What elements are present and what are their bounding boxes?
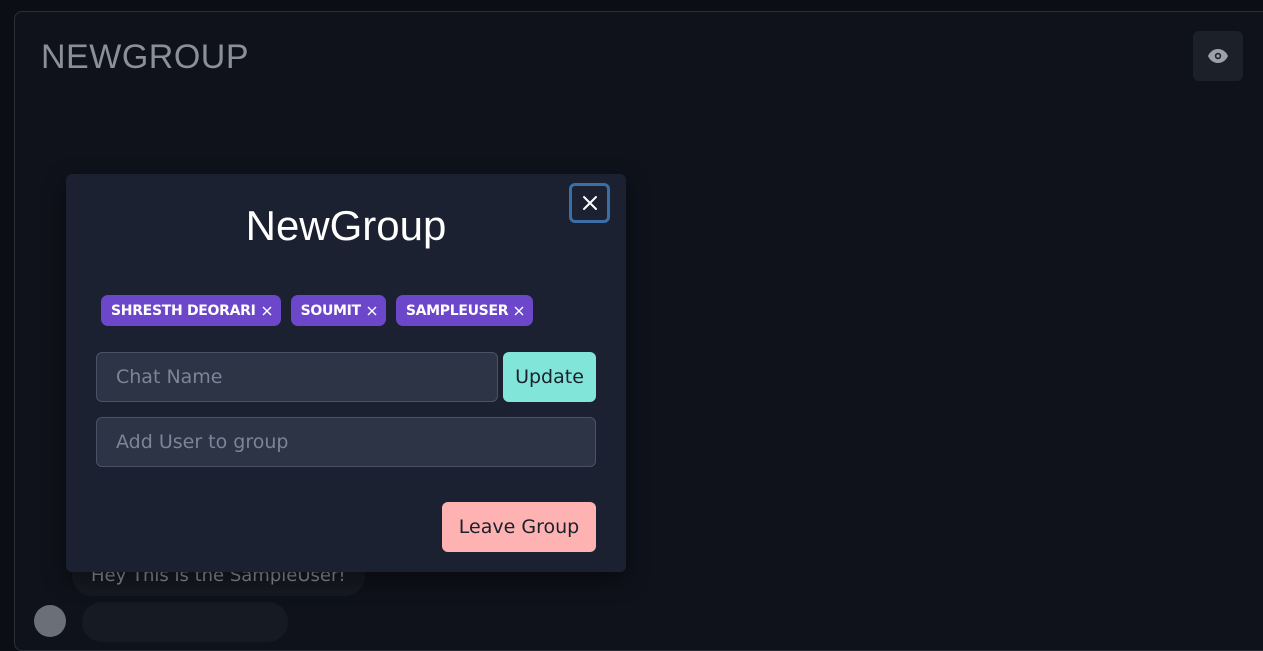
remove-member-icon[interactable] (367, 306, 377, 316)
chat-name-input[interactable] (96, 352, 498, 402)
member-name: SAMPLEUSER (405, 302, 509, 319)
remove-member-icon[interactable] (514, 306, 524, 316)
eye-icon (1208, 49, 1228, 63)
group-settings-modal: NewGroup SHRESTH DEORARI SOUMIT SAMPLEUS… (66, 174, 626, 572)
message-bubble (82, 602, 288, 642)
add-user-input[interactable] (96, 417, 596, 467)
member-badges: SHRESTH DEORARI SOUMIT SAMPLEUSER (101, 295, 534, 326)
member-name: SHRESTH DEORARI (111, 302, 256, 319)
chat-title: NEWGROUP (41, 38, 249, 76)
update-button[interactable]: Update (503, 352, 596, 402)
member-name: SOUMIT (300, 302, 362, 319)
view-profile-button[interactable] (1193, 31, 1243, 81)
member-badge: SOUMIT (290, 295, 386, 326)
member-badge: SAMPLEUSER (395, 295, 534, 326)
remove-member-icon[interactable] (262, 306, 272, 316)
leave-group-button[interactable]: Leave Group (442, 502, 596, 552)
member-badge: SHRESTH DEORARI (101, 295, 281, 326)
avatar[interactable] (34, 605, 66, 637)
modal-title: NewGroup (245, 202, 447, 249)
